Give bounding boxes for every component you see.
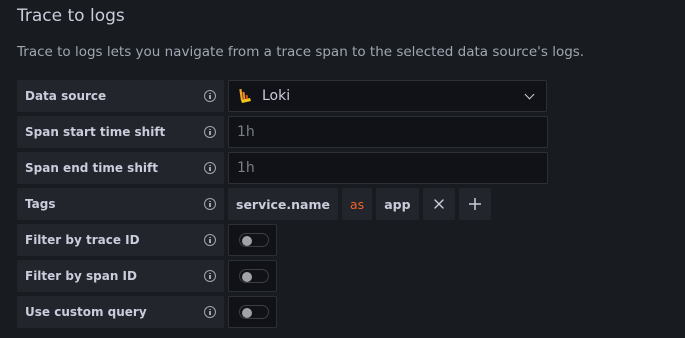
filter-span-id-toggle-container bbox=[228, 260, 277, 292]
row-custom-query: Use custom query bbox=[17, 296, 277, 328]
tag-alias-input[interactable]: app bbox=[376, 188, 419, 220]
span-end-input[interactable] bbox=[228, 152, 548, 184]
row-span-start: Span start time shift bbox=[17, 116, 548, 148]
row-filter-trace-id: Filter by trace ID bbox=[17, 224, 277, 256]
span-start-label: Span start time shift bbox=[17, 116, 224, 148]
filter-span-id-toggle[interactable] bbox=[239, 269, 269, 283]
span-end-label-text: Span end time shift bbox=[25, 161, 158, 175]
data-source-value: Loki bbox=[262, 88, 291, 104]
plus-icon bbox=[468, 198, 481, 210]
info-icon[interactable] bbox=[204, 198, 216, 210]
row-filter-span-id: Filter by span ID bbox=[17, 260, 277, 292]
data-source-select[interactable]: Loki bbox=[228, 80, 547, 112]
info-icon[interactable] bbox=[204, 162, 216, 174]
loki-logo-icon bbox=[239, 88, 251, 103]
data-source-label-text: Data source bbox=[25, 89, 107, 103]
filter-span-id-label-text: Filter by span ID bbox=[25, 269, 137, 283]
filter-trace-id-toggle-container bbox=[228, 224, 277, 256]
info-icon[interactable] bbox=[204, 306, 216, 318]
toggle-knob bbox=[242, 271, 252, 282]
info-icon[interactable] bbox=[204, 270, 216, 282]
row-span-end: Span end time shift bbox=[17, 152, 548, 184]
filter-trace-id-label-text: Filter by trace ID bbox=[25, 233, 140, 247]
remove-tag-button[interactable] bbox=[422, 188, 455, 220]
section-description: Trace to logs lets you navigate from a t… bbox=[17, 44, 585, 60]
info-icon[interactable] bbox=[204, 234, 216, 246]
toggle-knob bbox=[242, 235, 252, 246]
tag-operator: as bbox=[342, 188, 373, 220]
chevron-down-icon bbox=[524, 89, 535, 99]
custom-query-toggle-container bbox=[228, 296, 277, 328]
row-tags: Tags service.name as app bbox=[17, 188, 495, 220]
section-title: Trace to logs bbox=[17, 6, 125, 26]
info-icon[interactable] bbox=[204, 126, 216, 138]
filter-span-id-label: Filter by span ID bbox=[17, 260, 224, 292]
add-tag-button[interactable] bbox=[458, 188, 491, 220]
close-icon bbox=[433, 199, 444, 209]
span-end-label: Span end time shift bbox=[17, 152, 224, 184]
row-data-source: Data source Loki bbox=[17, 80, 547, 112]
info-icon[interactable] bbox=[204, 90, 216, 102]
data-source-label: Data source bbox=[17, 80, 224, 112]
filter-trace-id-label: Filter by trace ID bbox=[17, 224, 224, 256]
trace-to-logs-section: Trace to logs Trace to logs lets you nav… bbox=[0, 0, 685, 338]
tags-label-text: Tags bbox=[25, 197, 56, 211]
custom-query-label: Use custom query bbox=[17, 296, 224, 328]
custom-query-label-text: Use custom query bbox=[25, 305, 147, 319]
toggle-knob bbox=[242, 307, 252, 318]
span-start-label-text: Span start time shift bbox=[25, 125, 166, 139]
span-start-input[interactable] bbox=[228, 116, 548, 148]
tags-label: Tags bbox=[17, 188, 224, 220]
custom-query-toggle[interactable] bbox=[239, 305, 269, 319]
filter-trace-id-toggle[interactable] bbox=[239, 233, 269, 247]
tag-key-input[interactable]: service.name bbox=[228, 188, 338, 220]
